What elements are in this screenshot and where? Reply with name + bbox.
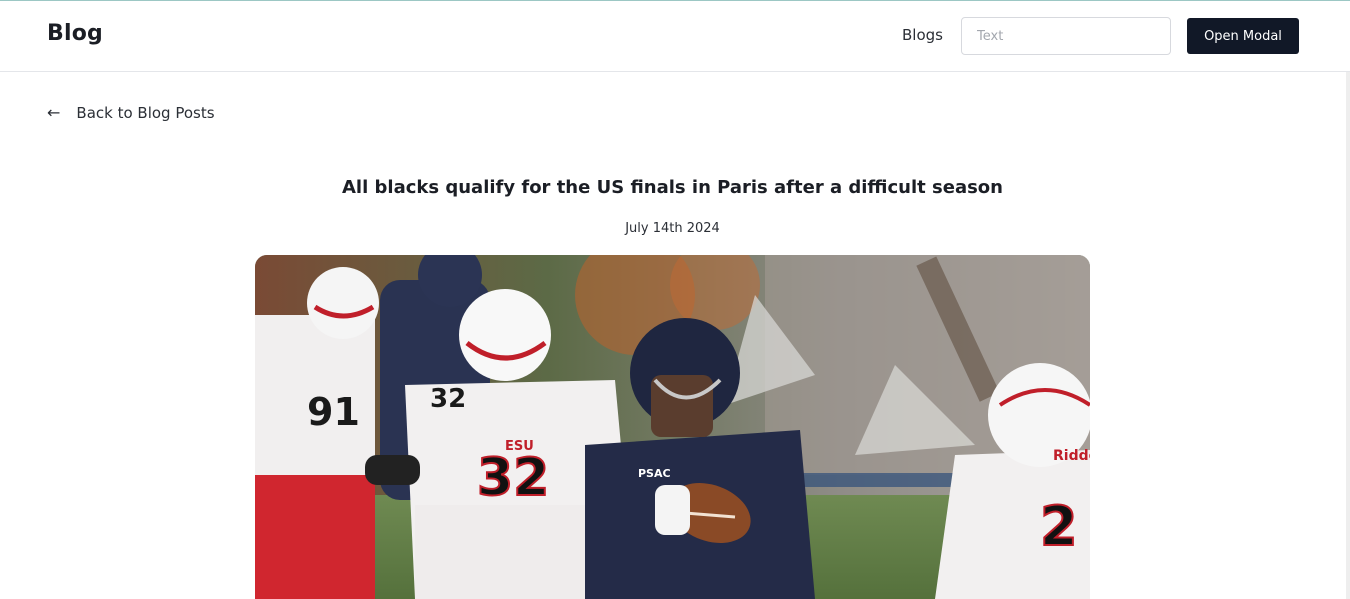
scrollbar[interactable] xyxy=(1346,72,1350,599)
jersey-number: 2 xyxy=(1040,495,1078,558)
navbar: Blog Blogs Open Modal xyxy=(0,1,1350,72)
search-input[interactable] xyxy=(961,17,1171,55)
brand-logo[interactable]: Blog xyxy=(47,21,103,46)
jersey-text: PSAC xyxy=(638,467,671,480)
jersey-number: 91 xyxy=(307,390,360,434)
back-link-label: Back to Blog Posts xyxy=(76,104,215,122)
jersey-text: ESU xyxy=(505,439,534,454)
back-to-posts-link[interactable]: ← Back to Blog Posts xyxy=(47,104,215,122)
player-91: 91 xyxy=(255,267,379,599)
jersey-number: 32 xyxy=(430,384,466,414)
post-date: July 14th 2024 xyxy=(625,221,720,236)
jersey-number: 32 xyxy=(477,448,549,508)
post-title: All blacks qualify for the US finals in … xyxy=(341,177,1003,198)
arrow-left-icon: ← xyxy=(47,103,61,122)
nav-link-blogs[interactable]: Blogs xyxy=(902,26,943,44)
open-modal-button[interactable]: Open Modal xyxy=(1187,18,1299,54)
jersey-text: Riddell xyxy=(1053,448,1090,464)
post-hero-image: 91 32 32 ESU PSAC Ridd 2 xyxy=(255,255,1090,599)
